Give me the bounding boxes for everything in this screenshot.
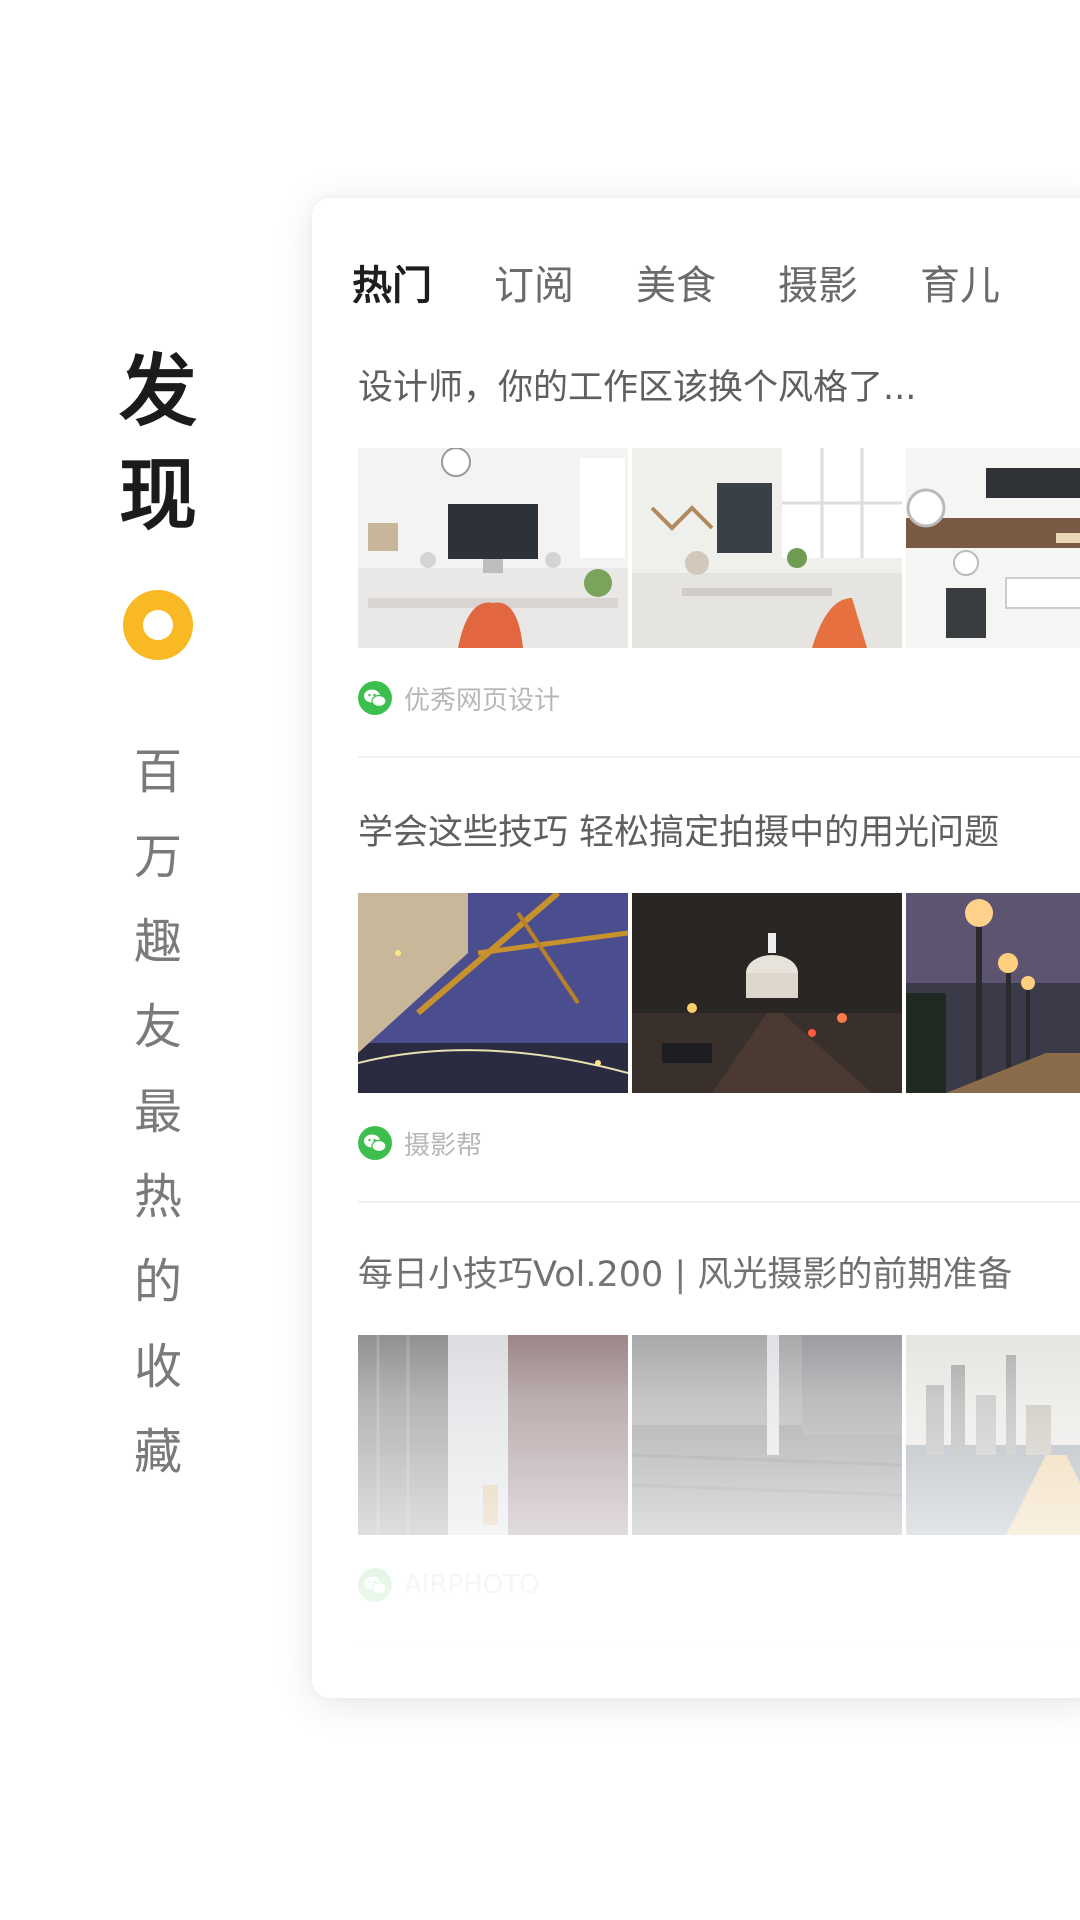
left-slogan-panel: 发 现 百 万 趣 友 最 热 的 收 藏 bbox=[0, 0, 300, 1920]
divider bbox=[358, 1201, 1080, 1203]
article-card[interactable]: 每日小技巧Vol.200 | 风光摄影的前期准备 AIRPHOTO bbox=[358, 1245, 1080, 1645]
slogan-char: 百 bbox=[133, 744, 182, 800]
article-source: 优秀网页设计 bbox=[358, 680, 560, 716]
tab-subscribe[interactable]: 订阅 bbox=[494, 253, 574, 311]
article-card[interactable]: 学会这些技巧 轻松搞定拍摄中的用光问题 摄影帮 bbox=[358, 803, 1080, 1203]
article-source: 摄影帮 bbox=[358, 1125, 482, 1161]
wechat-icon bbox=[358, 1568, 392, 1602]
app-preview-card: 热门 订阅 美食 摄影 育儿 设计师，你的工作区该换个风格了... 优秀网页设计… bbox=[312, 198, 1080, 1698]
article-images bbox=[358, 1335, 1080, 1535]
tab-food[interactable]: 美食 bbox=[636, 253, 716, 311]
article-title[interactable]: 每日小技巧Vol.200 | 风光摄影的前期准备 bbox=[358, 1245, 1080, 1305]
article-image[interactable] bbox=[906, 893, 1080, 1093]
article-image[interactable] bbox=[632, 1335, 902, 1535]
article-title[interactable]: 设计师，你的工作区该换个风格了... bbox=[358, 358, 1080, 418]
source-name[interactable]: 优秀网页设计 bbox=[404, 680, 560, 717]
article-images bbox=[358, 448, 1080, 648]
article-image[interactable] bbox=[358, 893, 628, 1093]
tab-hot[interactable]: 热门 bbox=[352, 253, 432, 311]
slogan-char: 万 bbox=[133, 829, 182, 885]
article-image[interactable] bbox=[358, 448, 628, 648]
tab-parenting[interactable]: 育儿 bbox=[920, 253, 1000, 311]
article-card[interactable]: 设计师，你的工作区该换个风格了... 优秀网页设计 bbox=[358, 358, 1080, 758]
article-image[interactable] bbox=[632, 893, 902, 1093]
wechat-icon bbox=[358, 681, 392, 715]
discover-title: 发 现 bbox=[118, 340, 198, 548]
source-name[interactable]: AIRPHOTO bbox=[404, 1570, 540, 1600]
source-name[interactable]: 摄影帮 bbox=[404, 1125, 482, 1162]
slogan-char: 的 bbox=[133, 1254, 182, 1310]
wechat-icon bbox=[358, 1126, 392, 1160]
slogan-char: 友 bbox=[133, 999, 182, 1055]
slogan-char: 最 bbox=[133, 1084, 182, 1140]
article-title[interactable]: 学会这些技巧 轻松搞定拍摄中的用光问题 bbox=[358, 803, 1080, 863]
article-source: AIRPHOTO bbox=[358, 1567, 540, 1603]
slogan-char: 收 bbox=[133, 1339, 182, 1395]
title-char: 现 bbox=[118, 450, 197, 541]
article-image[interactable] bbox=[358, 1335, 628, 1535]
slogan-char: 热 bbox=[133, 1169, 182, 1225]
article-images bbox=[358, 893, 1080, 1093]
title-char: 发 bbox=[118, 346, 197, 437]
article-image[interactable] bbox=[906, 1335, 1080, 1535]
article-image[interactable] bbox=[632, 448, 902, 648]
tab-photography[interactable]: 摄影 bbox=[778, 253, 858, 311]
slogan-char: 藏 bbox=[133, 1424, 182, 1480]
slogan-vertical-text: 百 万 趣 友 最 热 的 收 藏 bbox=[128, 730, 188, 1495]
article-image[interactable] bbox=[906, 448, 1080, 648]
yellow-ring-icon bbox=[123, 590, 193, 660]
divider bbox=[358, 1643, 1080, 1645]
divider bbox=[358, 756, 1080, 758]
slogan-char: 趣 bbox=[133, 914, 182, 970]
